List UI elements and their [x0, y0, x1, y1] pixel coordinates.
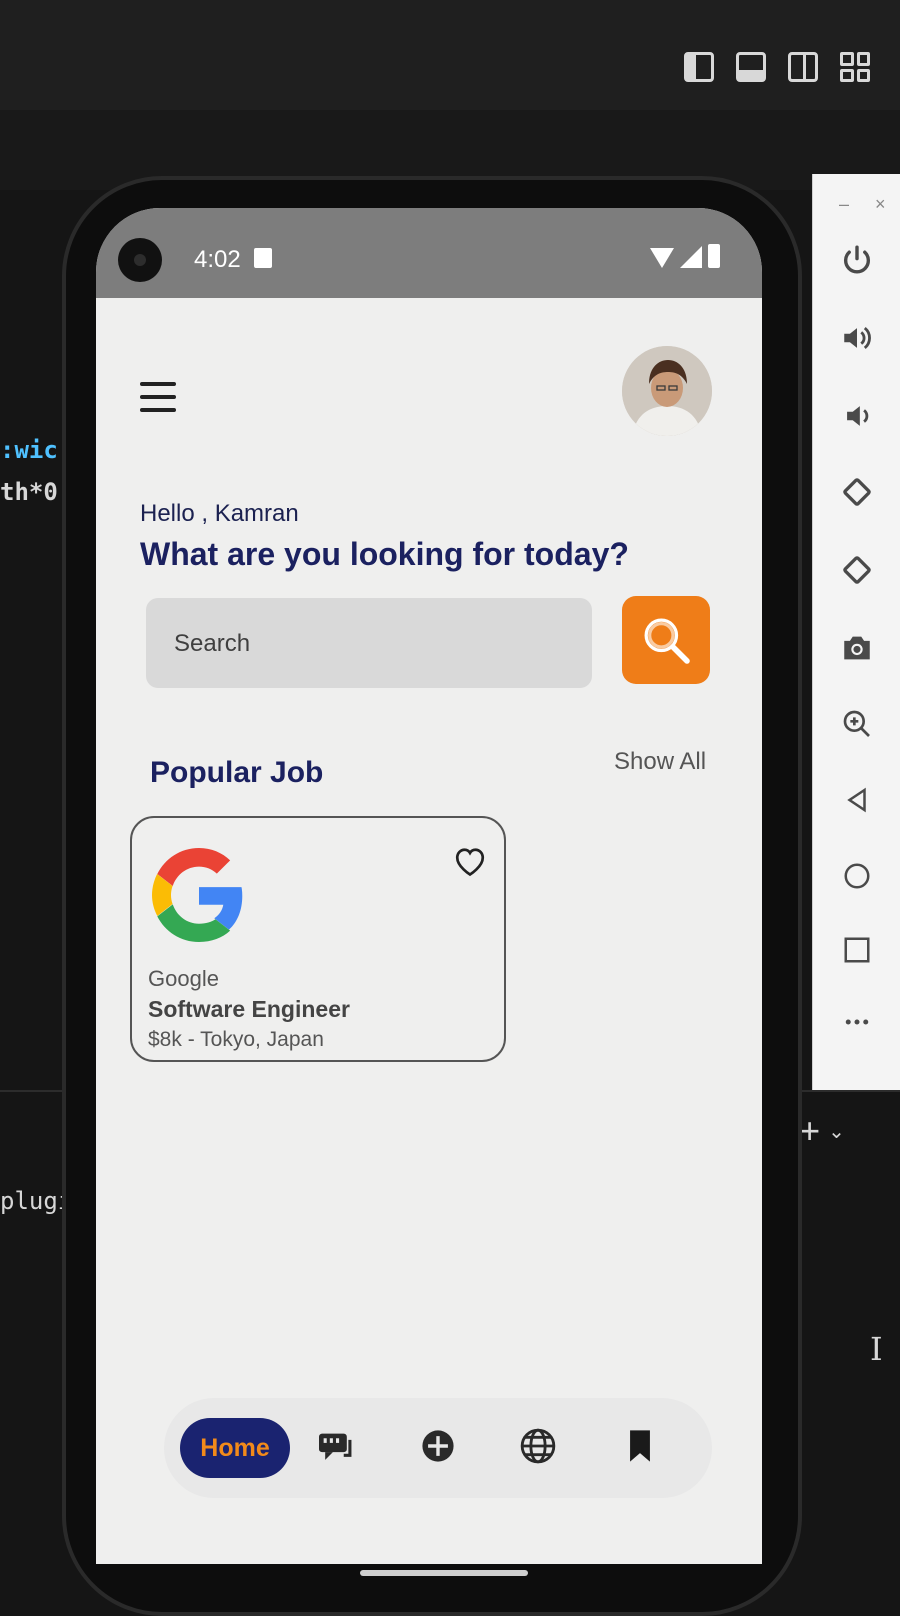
power-icon[interactable] — [837, 240, 877, 280]
signal-icon — [680, 246, 702, 268]
ide-toolbar — [0, 0, 900, 111]
hamburger-menu-icon[interactable] — [140, 382, 176, 412]
zoom-in-icon[interactable] — [837, 704, 877, 744]
google-logo-icon — [152, 848, 243, 942]
chevron-down-icon[interactable]: ⌄ — [828, 1119, 845, 1144]
close-button[interactable]: × — [875, 194, 886, 215]
volume-down-icon[interactable] — [837, 396, 877, 436]
toggle-primary-sidebar-icon[interactable] — [684, 52, 714, 82]
volume-up-icon[interactable] — [837, 318, 877, 358]
text-cursor-icon: I — [870, 1330, 883, 1368]
rotate-left-icon[interactable] — [837, 472, 877, 512]
greeting-text: Hello , Kamran — [140, 500, 299, 527]
minimize-button[interactable]: – — [839, 194, 849, 215]
add-terminal-button[interactable]: + — [799, 1110, 820, 1152]
search-button[interactable] — [622, 596, 710, 684]
back-icon[interactable] — [837, 780, 877, 820]
page-title: What are you looking for today? — [140, 536, 629, 572]
wifi-icon — [650, 248, 674, 268]
search-field[interactable] — [146, 598, 592, 690]
status-time: 4:02 — [194, 246, 241, 273]
code-line: :wic — [0, 436, 58, 464]
phone-screen: 4:02 Hello , Kamran What are you looking… — [96, 208, 762, 1564]
gesture-bar[interactable] — [360, 1570, 528, 1576]
battery-icon — [708, 244, 720, 268]
front-camera — [118, 238, 162, 282]
heart-icon[interactable] — [452, 844, 488, 878]
overview-icon[interactable] — [837, 930, 877, 970]
section-title: Popular Job — [150, 756, 324, 789]
chat-icon[interactable] — [316, 1426, 356, 1466]
status-bar: 4:02 — [96, 208, 762, 298]
bookmark-icon[interactable] — [620, 1426, 660, 1466]
nav-home-label: Home — [200, 1433, 270, 1462]
nav-home-button[interactable]: Home — [180, 1418, 290, 1478]
camera-icon[interactable] — [837, 628, 877, 668]
sd-card-icon — [254, 248, 272, 268]
search-icon — [644, 618, 690, 664]
toggle-secondary-sidebar-icon[interactable] — [788, 52, 818, 82]
toggle-panel-icon[interactable] — [736, 52, 766, 82]
more-icon[interactable] — [837, 1002, 877, 1042]
globe-icon[interactable] — [518, 1426, 558, 1466]
job-company: Google — [148, 966, 219, 991]
add-icon[interactable] — [418, 1426, 458, 1466]
job-card[interactable]: Google Software Engineer $8k - Tokyo, Ja… — [130, 816, 506, 1062]
home-icon[interactable] — [837, 856, 877, 896]
rotate-right-icon[interactable] — [837, 550, 877, 590]
job-salary-location: $8k - Tokyo, Japan — [148, 1028, 324, 1051]
avatar[interactable] — [622, 346, 712, 436]
bottom-nav: Home — [164, 1398, 712, 1498]
emulator-controls-panel: – × — [812, 174, 900, 1090]
job-title: Software Engineer — [148, 996, 350, 1022]
show-all-link[interactable]: Show All — [614, 748, 706, 776]
search-input[interactable] — [172, 598, 576, 690]
customize-layout-icon[interactable] — [840, 52, 870, 82]
